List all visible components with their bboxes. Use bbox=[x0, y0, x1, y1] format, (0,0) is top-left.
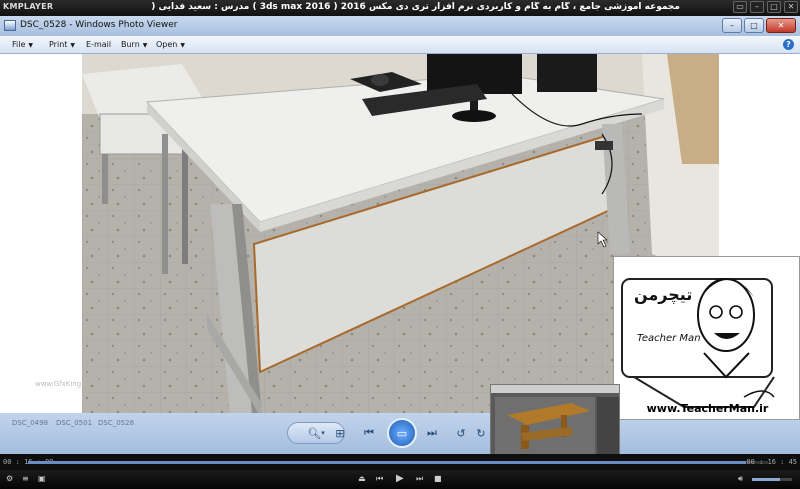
photo-viewer-title-bar: DSC_0528 - Windows Photo Viewer – □ ✕ bbox=[0, 16, 800, 36]
3d-icon[interactable]: ▣ bbox=[38, 474, 46, 483]
menu-print[interactable]: Print ▼ bbox=[49, 40, 75, 49]
menu-email-label: E-mail bbox=[86, 40, 112, 49]
photo-viewer-title: DSC_0528 - Windows Photo Viewer bbox=[20, 20, 178, 30]
rotate-right-icon[interactable]: ↻ bbox=[472, 424, 490, 442]
volume-slider-fill bbox=[752, 478, 780, 481]
magnifier-icon[interactable]: 🔍︎ bbox=[307, 427, 321, 440]
kmplayer-logo[interactable]: KMPLAYER bbox=[3, 2, 53, 11]
maximize-button[interactable]: □ bbox=[744, 18, 764, 33]
menu-email[interactable]: E-mail bbox=[86, 40, 111, 49]
thumb-label: DSC_0501 bbox=[56, 419, 93, 427]
chevron-down-icon: ▼ bbox=[70, 42, 76, 49]
rotate-left-icon[interactable]: ↺ bbox=[452, 424, 470, 442]
minimize-button[interactable]: – bbox=[722, 18, 742, 33]
previous-icon[interactable]: ⏮ bbox=[360, 424, 378, 442]
chevron-down-icon: ▼ bbox=[180, 42, 185, 49]
volume-icon[interactable]: 🔊︎ bbox=[738, 474, 743, 484]
slideshow-play-button[interactable]: ▭ bbox=[387, 418, 417, 448]
photo-viewer-menu-bar: File ▼ Print ▼ E-mail Burn ▼ Open ▼ ? bbox=[0, 36, 800, 54]
kmplayer-window-buttons: ▭ – □ ✕ bbox=[733, 1, 798, 13]
kmplayer-seek-area: 00 : 16 : 09 00 : 16 : 45 bbox=[0, 454, 800, 470]
next-track-icon[interactable]: ⏭ bbox=[416, 474, 423, 484]
menu-file[interactable]: File ▼ bbox=[12, 40, 33, 49]
photo-viewer-caption-buttons: – □ ✕ bbox=[722, 18, 796, 33]
teacherman-brand-en: Teacher Man bbox=[637, 333, 701, 344]
left-watermark: www.GfxKing.ir bbox=[35, 380, 89, 388]
next-icon[interactable]: ⏭ bbox=[423, 424, 441, 442]
kmplayer-maximize-button[interactable]: □ bbox=[767, 1, 781, 13]
time-total: 00 : 16 : 45 bbox=[746, 458, 797, 466]
menu-open[interactable]: Open ▼ bbox=[156, 40, 185, 49]
eject-icon[interactable]: ⏏ bbox=[358, 474, 366, 483]
menu-burn-label: Burn bbox=[121, 40, 140, 49]
thumb-label: DSC_0528 bbox=[98, 419, 135, 427]
viewport-thumbnail bbox=[491, 385, 619, 457]
seek-bar[interactable] bbox=[28, 461, 768, 464]
kmplayer-title-bar: KMPLAYER مجموعه آموزشی جامع ، گام به گام… bbox=[0, 0, 800, 16]
playlist-icon[interactable]: ≡ bbox=[22, 474, 29, 483]
kmplayer-minimize-button[interactable]: – bbox=[750, 1, 764, 13]
kmplayer-pin-icon[interactable]: ▭ bbox=[733, 1, 747, 13]
chevron-down-icon[interactable]: ▾ bbox=[321, 429, 325, 437]
actual-size-icon[interactable]: ⊞ bbox=[331, 424, 349, 442]
menu-burn[interactable]: Burn ▼ bbox=[121, 40, 147, 49]
previous-track-icon[interactable]: ⏮ bbox=[376, 474, 383, 484]
chevron-down-icon: ▼ bbox=[142, 42, 148, 49]
settings-icon[interactable]: ⚙ bbox=[6, 474, 13, 483]
menu-open-label: Open bbox=[156, 40, 178, 49]
teacherman-url: www.TeacherMan.ir bbox=[646, 402, 769, 415]
menu-print-label: Print bbox=[49, 40, 68, 49]
kmplayer-controls: ⚙ ≡ ▣ ⏏ ⏮ ▶ ⏭ ■ 🔊︎ bbox=[0, 470, 800, 489]
chevron-down-icon: ▼ bbox=[28, 42, 34, 49]
thumb-label: DSC_0498 bbox=[12, 419, 49, 427]
close-button[interactable]: ✕ bbox=[766, 18, 796, 33]
video-thumbnail-3dsmax bbox=[490, 384, 620, 458]
seek-bar-fill bbox=[28, 461, 746, 464]
stop-icon[interactable]: ■ bbox=[434, 474, 442, 483]
kmplayer-close-button[interactable]: ✕ bbox=[784, 1, 798, 13]
menu-file-label: File bbox=[12, 40, 26, 49]
photo-viewer-app-icon bbox=[4, 20, 16, 31]
teacherman-brand-fa: تیچرمن bbox=[634, 285, 693, 304]
help-icon[interactable]: ? bbox=[783, 39, 794, 50]
volume-slider[interactable] bbox=[752, 478, 792, 481]
play-icon[interactable]: ▶ bbox=[396, 473, 404, 484]
kmplayer-window-title: مجموعه آموزشی جامع ، گام به گام و کاربرد… bbox=[150, 2, 680, 12]
teacherman-watermark: تیچرمن Teacher Man www.TeacherMan.ir bbox=[613, 256, 800, 420]
